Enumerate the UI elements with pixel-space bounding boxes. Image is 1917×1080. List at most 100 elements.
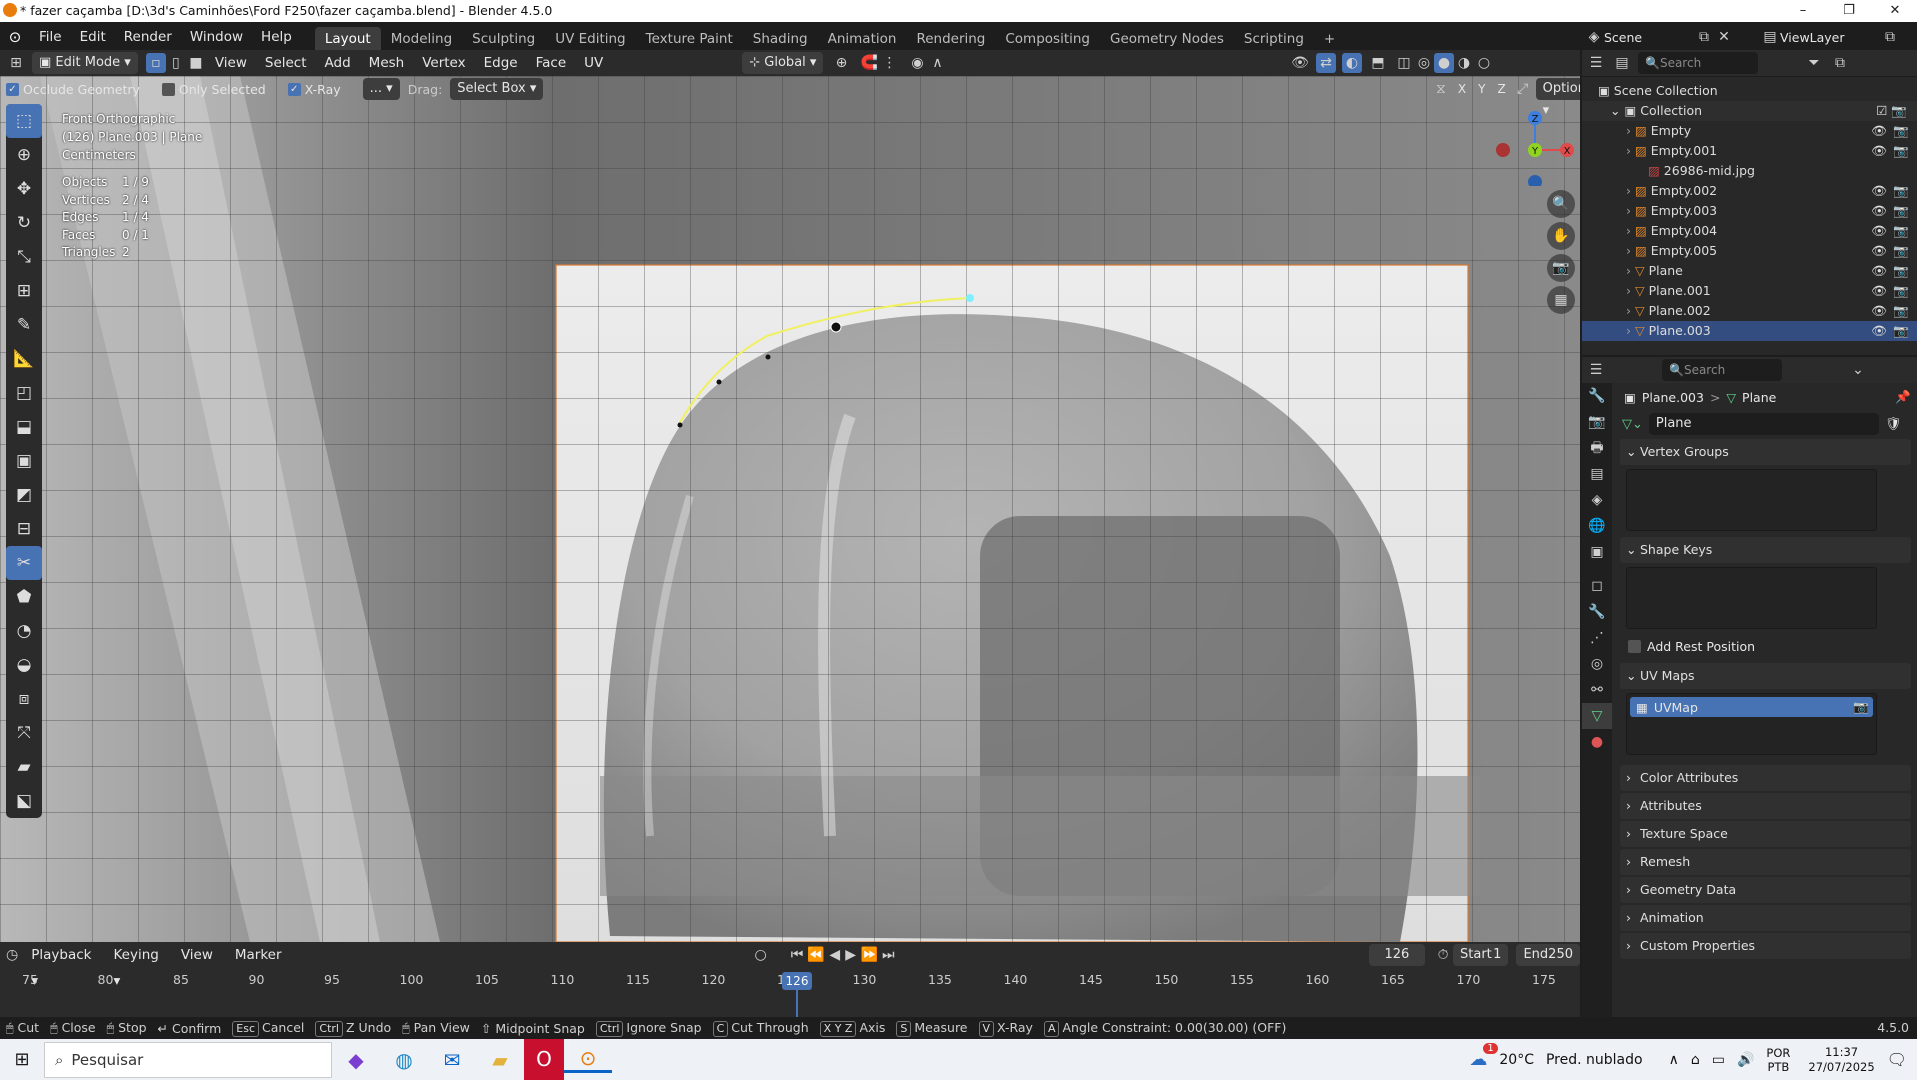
- volume-icon[interactable]: 🔊: [1737, 1052, 1754, 1068]
- data-name-field[interactable]: Plane: [1648, 413, 1879, 435]
- output-tab-icon[interactable]: 🖶: [1582, 435, 1612, 461]
- loop-cut-tool-icon[interactable]: ⊟: [6, 512, 42, 546]
- menu-add[interactable]: Add: [316, 50, 360, 76]
- properties-options-icon[interactable]: ⌄: [1848, 360, 1868, 380]
- outliner-row[interactable]: › ▽ Plane.001 👁 📷: [1582, 281, 1917, 301]
- mirror-z-toggle[interactable]: Z: [1493, 82, 1509, 96]
- outliner-search-input[interactable]: 🔍 Search: [1638, 52, 1758, 74]
- render-camera-icon[interactable]: 📷: [1893, 121, 1909, 141]
- extrude-tool-icon[interactable]: ⬓: [6, 410, 42, 444]
- expand-arrow-icon[interactable]: ›: [1626, 263, 1635, 278]
- add-workspace-button[interactable]: +: [1314, 27, 1345, 51]
- tray-chevron-icon[interactable]: ∧: [1669, 1052, 1679, 1068]
- geometry-data-panel[interactable]: › Geometry Data: [1620, 877, 1911, 903]
- tool-tab-icon[interactable]: 🔧: [1582, 383, 1612, 409]
- shape-keys-list[interactable]: [1626, 567, 1877, 629]
- expand-arrow-icon[interactable]: ›: [1626, 243, 1635, 258]
- menu-view[interactable]: View: [206, 50, 256, 76]
- visibility-eye-icon[interactable]: 👁: [1871, 201, 1887, 221]
- snap-icon[interactable]: 🧲: [859, 53, 879, 73]
- marker-menu[interactable]: Marker: [226, 942, 291, 968]
- mode-dropdown[interactable]: ▣ Edit Mode ▾: [32, 52, 138, 74]
- blender-taskbar-icon[interactable]: ⊙: [564, 1046, 612, 1073]
- material-shading-icon[interactable]: ◑: [1454, 53, 1474, 73]
- data-block-selector[interactable]: ▽⌄ Plane 🛡: [1614, 411, 1917, 437]
- custom-properties-panel[interactable]: › Custom Properties: [1620, 933, 1911, 959]
- menu-edge[interactable]: Edge: [475, 50, 527, 76]
- transform-tool-icon[interactable]: ⊞: [6, 274, 42, 308]
- measure-tool-icon[interactable]: 📐: [6, 342, 42, 376]
- outlook-icon[interactable]: ✉: [428, 1048, 476, 1072]
- drag-dropdown[interactable]: Select Box ▾: [450, 78, 544, 100]
- new-viewlayer-icon[interactable]: ⧉: [1880, 27, 1900, 47]
- uv-maps-panel[interactable]: ⌄ UV Maps: [1620, 663, 1911, 689]
- minimize-button[interactable]: –: [1780, 0, 1826, 22]
- outliner-row[interactable]: › ▽ Plane 👁 📷: [1582, 261, 1917, 281]
- edge-select-icon[interactable]: ▯: [166, 53, 186, 73]
- language-indicator[interactable]: POR PTB: [1766, 1046, 1790, 1074]
- edge-slide-tool-icon[interactable]: ⧈: [6, 682, 42, 716]
- vertex-groups-list[interactable]: [1626, 469, 1877, 531]
- timeline-editor-type-icon[interactable]: ◷: [6, 945, 18, 965]
- pan-hand-icon[interactable]: ✋: [1547, 222, 1575, 250]
- animation-panel[interactable]: › Animation: [1620, 905, 1911, 931]
- render-camera-icon[interactable]: 📷: [1893, 241, 1909, 261]
- pin-icon[interactable]: 📌: [1895, 389, 1911, 405]
- start-frame-field[interactable]: Start 1: [1453, 944, 1509, 966]
- add-rest-position-checkbox[interactable]: Add Rest Position: [1614, 635, 1917, 657]
- scene-collection-row[interactable]: ▣ Scene Collection: [1582, 81, 1917, 101]
- visibility-eye-icon[interactable]: 👁: [1871, 121, 1887, 141]
- shape-keys-panel[interactable]: ⌄ Shape Keys: [1620, 537, 1911, 563]
- menu-render[interactable]: Render: [115, 22, 181, 52]
- menu-vertex[interactable]: Vertex: [413, 50, 474, 76]
- mesh-edit-overlay-icon[interactable]: ⬒: [1368, 53, 1388, 73]
- outliner-row[interactable]: › ▨ Empty.003 👁 📷: [1582, 201, 1917, 221]
- camera-view-icon[interactable]: 📷: [1547, 254, 1575, 282]
- outliner-editor-type-icon[interactable]: ☰: [1586, 53, 1606, 73]
- smooth-tool-icon[interactable]: ◒: [6, 648, 42, 682]
- transform-orientation-dropdown[interactable]: ⊹ Global ▾: [742, 52, 824, 74]
- add-cube-tool-icon[interactable]: ◰: [6, 376, 42, 410]
- menu-mesh[interactable]: Mesh: [360, 50, 414, 76]
- maximize-button[interactable]: ❐: [1826, 0, 1872, 22]
- poly-build-tool-icon[interactable]: ⬟: [6, 580, 42, 614]
- tab-compositing[interactable]: Compositing: [995, 27, 1100, 51]
- spin-tool-icon[interactable]: ◔: [6, 614, 42, 648]
- tab-layout[interactable]: Layout: [314, 26, 381, 51]
- 3d-viewport[interactable]: ✓ Occlude Geometry Only Selected ✓ X-Ray .…: [0, 76, 1580, 942]
- windows-start-icon[interactable]: ⊞: [0, 1049, 44, 1070]
- edge-icon[interactable]: ◍: [380, 1048, 428, 1072]
- collection-tab-icon[interactable]: ▣: [1582, 539, 1612, 565]
- navigation-gizmo[interactable]: Z Y X: [1495, 106, 1575, 186]
- current-frame-field[interactable]: 126: [1368, 944, 1426, 966]
- copilot-icon[interactable]: ◆: [332, 1048, 380, 1072]
- display-mode-icon[interactable]: ▤: [1612, 53, 1632, 73]
- menu-uv[interactable]: UV: [575, 50, 612, 76]
- outliner-row[interactable]: › ▨ Empty.004 👁 📷: [1582, 221, 1917, 241]
- vertex-select-icon[interactable]: ▫: [145, 53, 166, 73]
- filter-icon[interactable]: ⏷: [1804, 53, 1824, 73]
- xray-toggle-icon[interactable]: ◫: [1394, 53, 1414, 73]
- outliner-row[interactable]: › ▽ Plane.002 👁 📷: [1582, 301, 1917, 321]
- expand-arrow-icon[interactable]: ›: [1626, 323, 1635, 338]
- file-explorer-icon[interactable]: ▰: [476, 1048, 524, 1072]
- outliner-row[interactable]: ▨ 26986-mid.jpg: [1582, 161, 1917, 181]
- world-tab-icon[interactable]: 🌐: [1582, 513, 1612, 539]
- modifier-tab-icon[interactable]: 🔧: [1582, 599, 1612, 625]
- mirror-x-toggle[interactable]: X: [1454, 82, 1470, 96]
- close-button[interactable]: ✕: [1872, 0, 1917, 22]
- render-camera-icon[interactable]: 📷: [1893, 221, 1909, 241]
- visibility-eye-icon[interactable]: 👁: [1871, 221, 1887, 241]
- tab-sculpting[interactable]: Sculpting: [462, 27, 545, 51]
- vertex-groups-panel[interactable]: ⌄ Vertex Groups: [1620, 439, 1911, 465]
- clock-icon[interactable]: ⏱: [1437, 945, 1449, 965]
- play-reverse-icon[interactable]: ◀: [829, 945, 841, 965]
- constraints-tab-icon[interactable]: ⚯: [1582, 677, 1612, 703]
- properties-search-input[interactable]: 🔍 Search: [1662, 359, 1782, 381]
- menu-file[interactable]: File: [30, 22, 71, 52]
- xray-checkbox[interactable]: ✓ X-Ray: [287, 82, 341, 97]
- prev-keyframe-icon[interactable]: ⏪: [807, 945, 824, 965]
- only-selected-checkbox[interactable]: Only Selected: [161, 82, 266, 97]
- menu-select[interactable]: Select: [256, 50, 316, 76]
- annotate-tool-icon[interactable]: ✎: [6, 308, 42, 342]
